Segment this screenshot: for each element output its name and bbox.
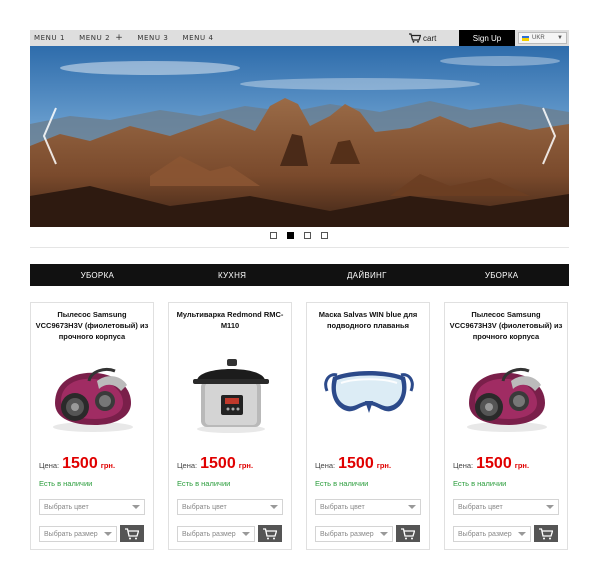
main-menu: MENU 1 MENU 2 + MENU 3 MENU 4 (34, 30, 214, 46)
chevron-down-icon (546, 505, 554, 509)
stock-status: Есть в наличии (177, 479, 231, 488)
price-currency: грн. (238, 461, 254, 470)
color-select[interactable]: Выбрать цвет (177, 499, 283, 515)
category-diving[interactable]: ДАЙВИНГ (300, 264, 435, 286)
cart-icon (409, 33, 421, 43)
cart-icon (263, 527, 277, 539)
category-kitchen[interactable]: КУХНЯ (165, 264, 300, 286)
plus-icon[interactable]: + (115, 33, 123, 43)
slider-dot-active[interactable] (287, 232, 294, 239)
diving-mask-image[interactable] (321, 351, 417, 437)
divider (30, 247, 569, 248)
product-card: Пылесос Samsung VCC9673H3V (фиолетовый) … (30, 302, 154, 550)
color-select-placeholder: Выбрать цвет (320, 503, 365, 511)
color-select[interactable]: Выбрать цвет (39, 499, 145, 515)
product-title[interactable]: Пылесос Samsung VCC9673H3V (фиолетовый) … (35, 309, 149, 342)
vacuum-image[interactable] (459, 351, 555, 437)
add-to-cart-button[interactable] (120, 525, 144, 542)
cart-label: cart (423, 33, 437, 43)
price-value: 1500 (476, 455, 512, 472)
stock-status: Есть в наличии (315, 479, 369, 488)
menu-item-4[interactable]: MENU 4 (182, 34, 213, 42)
menu-item-label: MENU 1 (34, 34, 66, 42)
add-to-cart-button[interactable] (396, 525, 420, 542)
chevron-down-icon (518, 532, 526, 536)
color-select[interactable]: Выбрать цвет (315, 499, 421, 515)
cart-icon (539, 527, 553, 539)
menu-item-label: MENU 2 (79, 34, 111, 42)
price-value: 1500 (62, 455, 98, 472)
size-select[interactable]: Выбрать размер (315, 526, 393, 542)
price-value: 1500 (200, 455, 236, 472)
category-nav: УБОРКА КУХНЯ ДАЙВИНГ УБОРКА (30, 264, 569, 286)
price-row: Цена: 1500 грн. (177, 455, 253, 473)
size-select-placeholder: Выбрать размер (182, 530, 236, 538)
chevron-down-icon (242, 532, 250, 536)
product-title[interactable]: Маска Salvas WIN blue для подводного пла… (311, 309, 425, 331)
size-select[interactable]: Выбрать размер (453, 526, 531, 542)
chevron-down-icon (132, 505, 140, 509)
price-label: Цена: (39, 461, 60, 470)
chevron-down-icon: ▼ (557, 35, 563, 41)
chevron-down-icon (380, 532, 388, 536)
hero-slider (30, 46, 569, 227)
cart-icon (401, 527, 415, 539)
price-currency: грн. (376, 461, 392, 470)
stock-status: Есть в наличии (39, 479, 93, 488)
color-select-placeholder: Выбрать цвет (458, 503, 503, 511)
cart-link[interactable]: cart (409, 30, 436, 46)
stock-status: Есть в наличии (453, 479, 507, 488)
cart-icon (125, 527, 139, 539)
category-cleaning-2[interactable]: УБОРКА (434, 264, 569, 286)
price-label: Цена: (315, 461, 336, 470)
top-bar: MENU 1 MENU 2 + MENU 3 MENU 4 cart Sign U… (30, 30, 569, 46)
chevron-down-icon (104, 532, 112, 536)
price-label: Цена: (453, 461, 474, 470)
price-row: Цена: 1500 грн. (453, 455, 529, 473)
sign-up-button[interactable]: Sign Up (459, 30, 515, 46)
size-select-placeholder: Выбрать размер (44, 530, 98, 538)
slider-next-arrow-icon[interactable] (539, 106, 559, 166)
product-card: Пылесос Samsung VCC9673H3V (фиолетовый) … (444, 302, 568, 550)
menu-item-2[interactable]: MENU 2 + (79, 33, 123, 43)
size-select[interactable]: Выбрать размер (39, 526, 117, 542)
ukraine-flag-icon (522, 35, 529, 41)
price-row: Цена: 1500 грн. (39, 455, 115, 473)
menu-item-1[interactable]: MENU 1 (34, 34, 65, 42)
product-title[interactable]: Пылесос Samsung VCC9673H3V (фиолетовый) … (449, 309, 563, 342)
price-currency: грн. (100, 461, 116, 470)
menu-item-label: MENU 4 (182, 34, 214, 42)
price-row: Цена: 1500 грн. (315, 455, 391, 473)
chevron-down-icon (270, 505, 278, 509)
add-to-cart-button[interactable] (534, 525, 558, 542)
slider-prev-arrow-icon[interactable] (40, 106, 60, 166)
language-select[interactable]: UKR ▼ (518, 32, 567, 44)
color-select-placeholder: Выбрать цвет (182, 503, 227, 511)
price-currency: грн. (514, 461, 530, 470)
slider-pagination (270, 232, 328, 239)
slider-dot[interactable] (321, 232, 328, 239)
vacuum-image[interactable] (45, 351, 141, 437)
size-select[interactable]: Выбрать размер (177, 526, 255, 542)
multicooker-image[interactable] (183, 351, 279, 437)
menu-item-3[interactable]: MENU 3 (137, 34, 168, 42)
product-title[interactable]: Мультиварка Redmond RMC-M110 (173, 309, 287, 331)
desert-mountains-image (30, 46, 569, 227)
chevron-down-icon (408, 505, 416, 509)
category-cleaning[interactable]: УБОРКА (30, 264, 165, 286)
size-select-placeholder: Выбрать размер (458, 530, 512, 538)
slider-dot[interactable] (270, 232, 277, 239)
add-to-cart-button[interactable] (258, 525, 282, 542)
color-select-placeholder: Выбрать цвет (44, 503, 89, 511)
price-value: 1500 (338, 455, 374, 472)
size-select-placeholder: Выбрать размер (320, 530, 374, 538)
slider-dot[interactable] (304, 232, 311, 239)
price-label: Цена: (177, 461, 198, 470)
color-select[interactable]: Выбрать цвет (453, 499, 559, 515)
menu-item-label: MENU 3 (137, 34, 169, 42)
product-card: Маска Salvas WIN blue для подводного пла… (306, 302, 430, 550)
product-card: Мультиварка Redmond RMC-M110 Цена: 1500 … (168, 302, 292, 550)
language-value: UKR (532, 35, 545, 41)
